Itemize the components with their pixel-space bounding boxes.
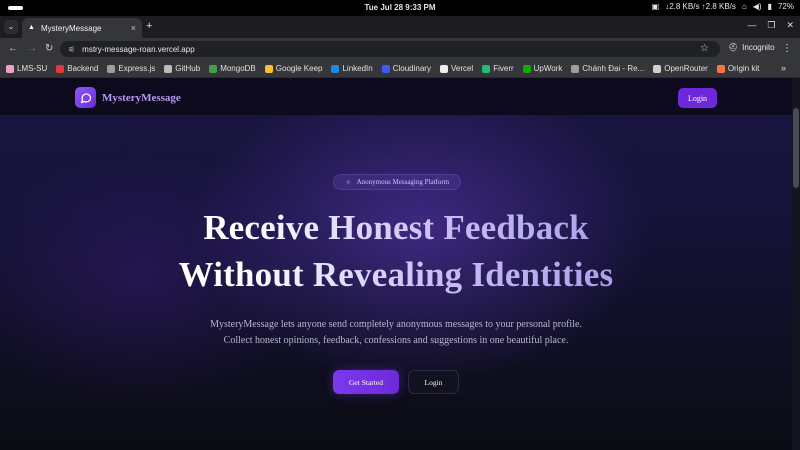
url-text[interactable]: mstry-message-roan.vercel.app (82, 45, 194, 54)
tab-title: MysteryMessage (41, 23, 102, 33)
bookmark-label: LinkedIn (342, 64, 373, 73)
bookmark-favicon-icon (571, 64, 580, 73)
system-tray: ▣ ↓2.8 KB/s ↑2.8 KB/s ⌂ ◀) ▮ 72% (652, 2, 794, 11)
web-page: MysteryMessage Login ✧ Anonymous Messagi… (0, 78, 800, 450)
page-scrollbar[interactable] (792, 78, 800, 450)
clipboard-icon[interactable]: ▣ (652, 2, 660, 11)
site-navbar: MysteryMessage Login (0, 78, 792, 116)
bookmark-label: UpWork (533, 64, 563, 73)
bookmark-favicon-icon (331, 64, 340, 73)
bookmark-label: Google Keep (275, 64, 323, 73)
back-icon[interactable]: ← (8, 43, 18, 54)
bookmark-item[interactable]: OpenRouter (653, 64, 708, 73)
bookmark-item[interactable]: LMS-SU (6, 64, 47, 73)
bookmark-item[interactable]: Chánh Đại - Re... (571, 64, 644, 73)
network-icon[interactable]: ⌂ (742, 2, 747, 11)
bookmark-item[interactable]: Fiverr (482, 64, 514, 73)
hero-login-button[interactable]: Login (408, 370, 459, 394)
bookmark-favicon-icon (6, 64, 14, 73)
badge-label: Anonymous Messaging Platform (356, 178, 450, 186)
address-bar[interactable]: ⚟ mstry-message-roan.vercel.app (60, 41, 720, 57)
bookmark-favicon-icon (56, 64, 65, 73)
sparkles-icon: ✧ (344, 177, 352, 187)
bookmark-item[interactable]: Backend (56, 64, 98, 73)
browser-toolbar: ← → ↻ ⚟ mstry-message-roan.vercel.app ☆ … (0, 38, 800, 60)
bookmark-item[interactable]: UpWork (522, 64, 563, 73)
hero-subtitle-line-2: Collect honest opinions, feedback, confe… (223, 335, 569, 346)
minimize-icon[interactable]: — (747, 20, 756, 31)
new-tab-button[interactable]: + (146, 20, 152, 32)
bookmark-item[interactable]: Google Keep (264, 64, 323, 73)
platform-badge: ✧ Anonymous Messaging Platform (333, 174, 461, 190)
get-started-button[interactable]: Get Started (333, 370, 399, 394)
bookmark-label: Origin kit (727, 64, 760, 73)
restore-icon[interactable]: ❐ (767, 20, 775, 31)
network-speed: ↓2.8 KB/s ↑2.8 KB/s (665, 2, 736, 11)
forward-icon[interactable]: → (27, 43, 37, 54)
bookmark-favicon-icon (716, 64, 725, 73)
window-controls: — ❐ ✕ (747, 20, 794, 31)
bookmark-item[interactable]: Cloudinary (381, 64, 431, 73)
reload-icon[interactable]: ↻ (45, 43, 53, 54)
bookmark-favicon-icon (381, 64, 390, 73)
active-tab[interactable]: ▲ MysteryMessage × (22, 18, 142, 38)
incognito-label: Incognito (742, 43, 775, 52)
hero-subtitle-line-1: MysteryMessage lets anyone send complete… (210, 319, 582, 330)
bookmark-label: Chánh Đại - Re... (582, 64, 645, 73)
bookmark-item[interactable]: LinkedIn (331, 64, 373, 73)
bookmark-item[interactable]: Express.js (107, 64, 155, 73)
battery-icon[interactable]: ▮ (768, 2, 772, 11)
site-info-icon[interactable]: ⚟ (68, 45, 75, 54)
bookmark-label: MongoDB (220, 64, 256, 73)
incognito-indicator[interactable]: ⛑ Incognito (728, 43, 775, 52)
tab-search-button[interactable]: ⌄ (4, 20, 18, 34)
brand-name: MysteryMessage (102, 91, 181, 104)
bookmark-label: Backend (67, 64, 99, 73)
bookmark-favicon-icon (653, 64, 662, 73)
bookmarks-bar: LMS-SU Backend Express.js GitHub MongoDB Goog… (0, 60, 800, 78)
nav-login-button[interactable]: Login (678, 88, 717, 108)
bookmark-item[interactable]: Origin kit (716, 64, 760, 73)
volume-icon[interactable]: ◀) (753, 2, 762, 11)
close-window-icon[interactable]: ✕ (786, 20, 794, 31)
hero-title-line-2: Without Revealing Identities (0, 255, 792, 295)
bookmark-item[interactable]: MongoDB (209, 64, 256, 73)
bookmark-item[interactable]: GitHub (164, 64, 200, 73)
os-top-bar: Tue Jul 28 9:33 PM ▣ ↓2.8 KB/s ↑2.8 KB/s… (0, 0, 800, 16)
bookmark-label: Express.js (118, 64, 156, 73)
bookmark-favicon-icon (264, 64, 273, 73)
bookmark-label: Vercel (450, 64, 474, 73)
bookmark-favicon-icon (439, 64, 448, 73)
vercel-favicon-icon: ▲ (28, 24, 35, 31)
bookmark-favicon-icon (209, 64, 218, 73)
bookmark-favicon-icon (164, 64, 173, 73)
browser-menu-icon[interactable]: ⋮ (782, 43, 792, 54)
incognito-icon: ⛑ (728, 43, 739, 52)
more-bookmarks-icon[interactable]: » (781, 63, 786, 73)
bookmark-favicon-icon (522, 64, 531, 73)
bookmark-label: GitHub (175, 64, 201, 73)
chat-bubble-icon (75, 87, 96, 108)
bookmark-favicon-icon (107, 64, 116, 73)
bookmark-star-icon[interactable]: ☆ (700, 43, 709, 54)
close-tab-icon[interactable]: × (131, 23, 136, 33)
brand[interactable]: MysteryMessage (75, 87, 181, 108)
bookmark-label: Fiverr (493, 64, 514, 73)
bookmark-label: LMS-SU (17, 64, 48, 73)
bookmark-label: Cloudinary (392, 64, 431, 73)
scrollbar-thumb[interactable] (793, 108, 799, 188)
tab-strip: ⌄ ▲ MysteryMessage × + — ❐ ✕ (0, 16, 800, 38)
battery-level: 72% (777, 2, 794, 11)
bookmark-favicon-icon (482, 64, 491, 73)
bookmark-label: OpenRouter (664, 64, 708, 73)
hero-title-line-1: Receive Honest Feedback (0, 208, 792, 248)
bookmark-item[interactable]: Vercel (439, 64, 474, 73)
